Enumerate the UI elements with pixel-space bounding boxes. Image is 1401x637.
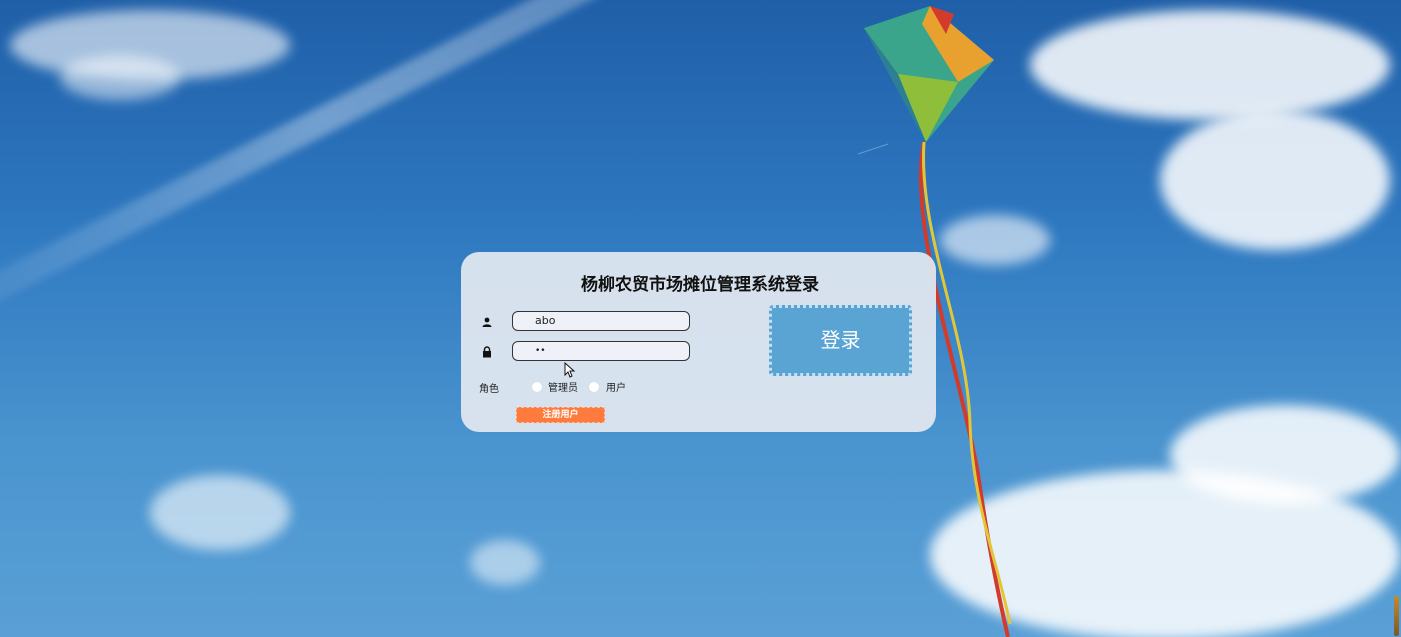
cloud xyxy=(470,540,540,585)
login-card: 杨柳农贸市场摊位管理系统登录 abo •• 角色 管理员 用户 注册用户 登录 xyxy=(461,252,936,432)
lock-icon xyxy=(483,346,491,358)
role-label: 角色 xyxy=(479,384,499,395)
login-button[interactable]: 登录 xyxy=(769,305,912,376)
cloud xyxy=(1160,110,1390,250)
role-user-label: 用户 xyxy=(606,383,626,394)
role-user-radio[interactable] xyxy=(588,381,600,393)
password-input[interactable]: •• xyxy=(512,341,690,361)
username-input[interactable]: abo xyxy=(512,311,690,331)
scrollbar-thumb[interactable] xyxy=(1394,596,1399,636)
cloud xyxy=(150,475,290,550)
cloud xyxy=(60,55,180,100)
role-admin-radio[interactable] xyxy=(531,381,543,393)
mouse-cursor-icon xyxy=(564,362,576,378)
register-button[interactable]: 注册用户 xyxy=(516,407,605,423)
user-icon xyxy=(482,317,492,327)
cloud xyxy=(1030,10,1390,120)
page-title: 杨柳农贸市场摊位管理系统登录 xyxy=(581,275,819,295)
role-admin-label: 管理员 xyxy=(548,383,578,394)
cloud xyxy=(1170,405,1400,505)
